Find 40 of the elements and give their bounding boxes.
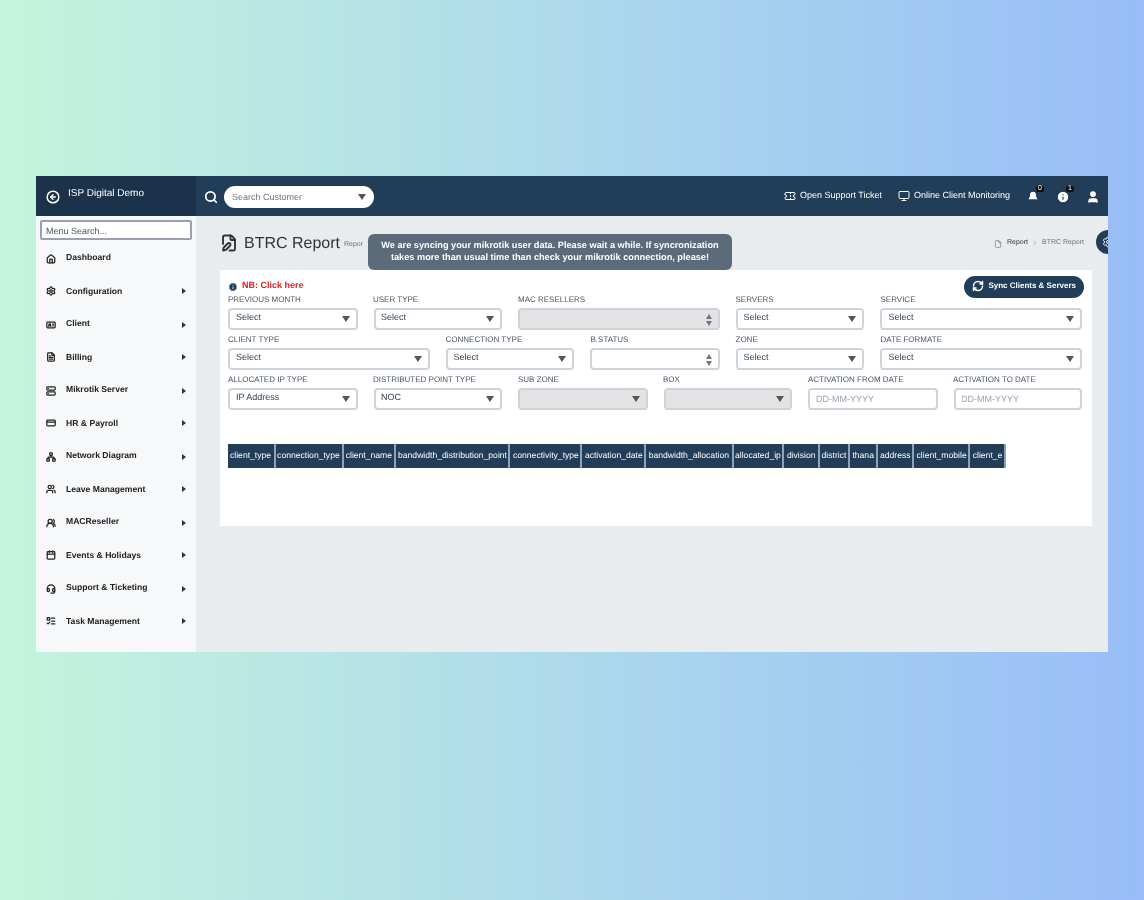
caret-icon: [413, 356, 422, 362]
caret-icon: [631, 396, 639, 402]
spinner-icon: [705, 353, 712, 365]
caret-icon: [1066, 356, 1074, 362]
headset-icon: [46, 583, 56, 594]
caret-icon: [848, 356, 857, 362]
gear-icon: [46, 286, 56, 297]
page-title: BTRC Report: [244, 231, 341, 255]
home-icon: [46, 253, 56, 264]
caret-icon: [486, 396, 494, 402]
document-icon: [46, 352, 56, 363]
report-icon: [220, 234, 238, 252]
caret-icon: [341, 316, 349, 322]
caret-icon: [1066, 316, 1074, 322]
bell-icon[interactable]: [1026, 189, 1040, 203]
ticket-icon: [783, 190, 796, 202]
users-icon: [46, 484, 56, 495]
caret-icon: [341, 396, 349, 402]
info-icon[interactable]: [1056, 189, 1070, 203]
collapse-icon[interactable]: [46, 189, 60, 203]
caret-icon: [776, 396, 784, 402]
caret-icon: [558, 356, 567, 362]
refresh-icon: [972, 280, 985, 292]
document-icon: [994, 239, 1003, 247]
server-icon: [46, 385, 56, 396]
multi-select-field[interactable]: [590, 348, 720, 370]
list-icon: [46, 616, 56, 627]
spinner-icon: [705, 313, 712, 325]
monitor-icon: [897, 190, 910, 202]
calendar-icon: [46, 550, 56, 561]
caret-icon: [848, 316, 857, 322]
caret-icon: [486, 316, 494, 322]
user-icon[interactable]: [1086, 189, 1100, 203]
network-icon: [46, 451, 56, 462]
card-icon: [46, 418, 56, 429]
caret-icon: [358, 193, 366, 199]
group-icon: [46, 517, 56, 528]
info-icon: [228, 281, 238, 291]
search-icon: [204, 189, 218, 203]
id-card-icon: [46, 319, 56, 330]
